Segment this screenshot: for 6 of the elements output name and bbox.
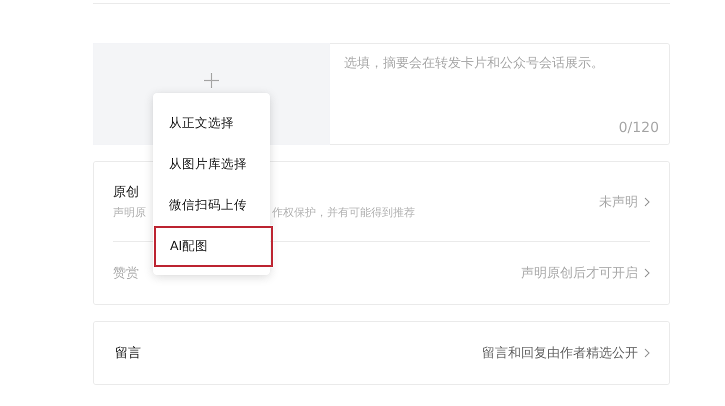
- setting-description: 声明原: [113, 205, 146, 220]
- character-counter: 0/120: [618, 120, 659, 136]
- setting-description: 作权保护，并有可能得到推荐: [272, 205, 415, 220]
- setting-title: 赞赏: [113, 265, 139, 282]
- setting-title: 留言: [115, 345, 141, 362]
- setting-title: 原创: [113, 184, 140, 201]
